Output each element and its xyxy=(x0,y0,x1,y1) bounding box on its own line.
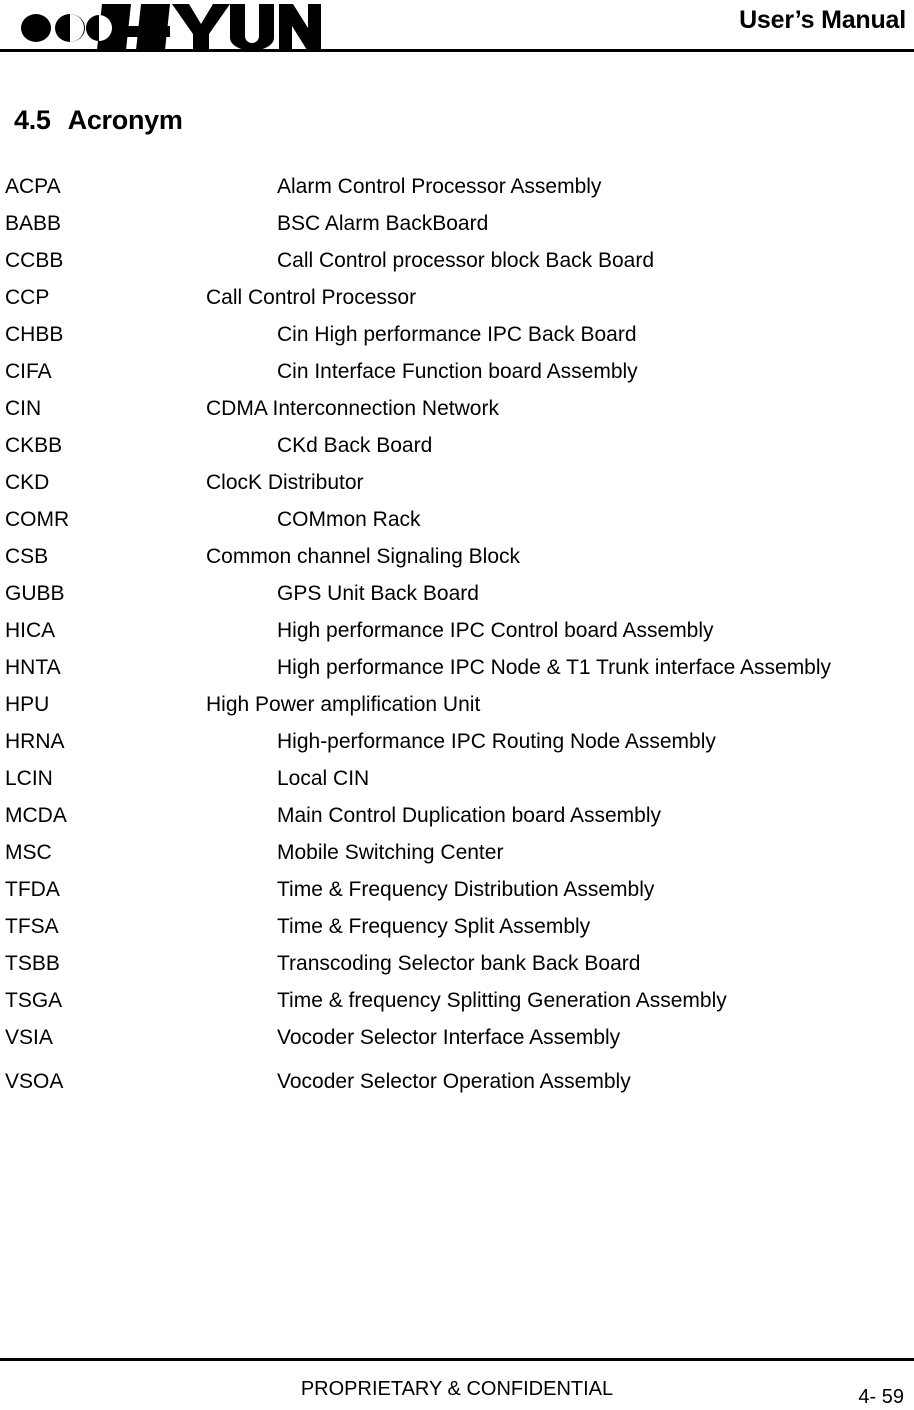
acronym-term: TFDA xyxy=(5,878,60,901)
acronym-term: CHBB xyxy=(5,323,64,346)
acronym-row: BABB BSC Alarm BackBoard xyxy=(0,205,914,242)
acronym-term: GUBB xyxy=(5,582,65,605)
acronym-definition: Time & Frequency Distribution Assembly xyxy=(277,878,655,901)
acronym-definition: CKd Back Board xyxy=(277,434,433,457)
acronym-definition: Call Control processor block Back Board xyxy=(277,249,654,272)
acronym-term: MSC xyxy=(5,841,52,864)
acronym-term: TSGA xyxy=(5,989,63,1012)
acronym-row: HNTA High performance IPC Node & T1 Trunk… xyxy=(0,649,914,686)
acronym-row: HICA High performance IPC Control board A… xyxy=(0,612,914,649)
acronym-term: TFSA xyxy=(5,915,59,938)
acronym-definition: Local CIN xyxy=(277,767,370,790)
section-number: 4.5 xyxy=(14,105,51,136)
acronym-term: CKD xyxy=(5,471,50,494)
acronym-term: TSBB xyxy=(5,952,60,975)
acronym-row: COMR COMmon Rack xyxy=(0,501,914,538)
acronym-term: CIFA xyxy=(5,360,52,383)
acronym-row: VSOA Vocoder Selector Operation Assembly xyxy=(0,1063,914,1100)
acronym-definition: Mobile Switching Center xyxy=(277,841,504,864)
acronym-row: TSBB Transcoding Selector bank Back Board xyxy=(0,945,914,982)
acronym-term: COMR xyxy=(5,508,70,531)
acronym-definition: BSC Alarm BackBoard xyxy=(277,212,489,235)
acronym-list: ACPA Alarm Control Processor Assembly BABB… xyxy=(0,168,914,1100)
acronym-definition: Alarm Control Processor Assembly xyxy=(277,175,602,198)
acronym-term: HICA xyxy=(5,619,56,642)
acronym-row: LCIN Local CIN xyxy=(0,760,914,797)
acronym-row: CCBB Call Control processor block Back Bo… xyxy=(0,242,914,279)
acronym-definition: Vocoder Selector Interface Assembly xyxy=(277,1026,621,1049)
acronym-row: CCP Call Control Processor xyxy=(0,279,914,316)
acronym-definition: Vocoder Selector Operation Assembly xyxy=(277,1070,631,1093)
confidentiality-notice: PROPRIETARY & CONFIDENTIAL xyxy=(300,1378,614,1400)
acronym-row: TFDA Time & Frequency Distribution Assemb… xyxy=(0,871,914,908)
acronym-term: LCIN xyxy=(5,767,53,790)
acronym-definition: GPS Unit Back Board xyxy=(277,582,479,605)
acronym-row: HRNA High-performance IPC Routing Node As… xyxy=(0,723,914,760)
acronym-definition: CDMA Interconnection Network xyxy=(206,397,499,420)
acronym-term: HPU xyxy=(5,693,50,716)
acronym-definition: ClocK Distributor xyxy=(206,471,364,494)
acronym-row: CHBB Cin High performance IPC Back Board xyxy=(0,316,914,353)
footer-divider xyxy=(0,1358,914,1361)
acronym-definition: COMmon Rack xyxy=(277,508,421,531)
section-title: Acronym xyxy=(67,105,183,136)
acronym-definition: High-performance IPC Routing Node Assemb… xyxy=(277,730,716,753)
acronym-row: VSIA Vocoder Selector Interface Assembly xyxy=(0,1019,914,1056)
section-heading: 4.5 Acronym xyxy=(14,105,183,136)
page-number: 4- 59 xyxy=(858,1386,904,1408)
acronym-term: HNTA xyxy=(5,656,61,679)
acronym-row: CIFA Cin Interface Function board Assembl… xyxy=(0,353,914,390)
acronym-row: CKBB CKd Back Board xyxy=(0,427,914,464)
acronym-term: VSIA xyxy=(5,1026,53,1049)
acronym-definition: Time & frequency Splitting Generation As… xyxy=(277,989,727,1012)
acronym-definition: Call Control Processor xyxy=(206,286,417,309)
acronym-row: CSB Common channel Signaling Block xyxy=(0,538,914,575)
manual-title: User’s Manual xyxy=(739,6,906,34)
acronym-definition: Transcoding Selector bank Back Board xyxy=(277,952,641,975)
acronym-definition: Cin High performance IPC Back Board xyxy=(277,323,637,346)
acronym-definition: Main Control Duplication board Assembly xyxy=(277,804,662,827)
acronym-row: ACPA Alarm Control Processor Assembly xyxy=(0,168,914,205)
acronym-definition: High performance IPC Node & T1 Trunk int… xyxy=(277,656,832,679)
acronym-term: CKBB xyxy=(5,434,63,457)
acronym-definition: Common channel Signaling Block xyxy=(206,545,521,568)
acronym-row: HPU High Power amplification Unit xyxy=(0,686,914,723)
acronym-row: CKD ClocK Distributor xyxy=(0,464,914,501)
hyundai-logo xyxy=(14,2,324,50)
acronym-definition: Time & Frequency Split Assembly xyxy=(277,915,591,938)
acronym-row: GUBB GPS Unit Back Board xyxy=(0,575,914,612)
acronym-row: TSGA Time & frequency Splitting Generatio… xyxy=(0,982,914,1019)
page-header: User’s Manual xyxy=(0,0,914,56)
acronym-definition: High Power amplification Unit xyxy=(206,693,481,716)
acronym-term: CSB xyxy=(5,545,49,568)
acronym-row: MSC Mobile Switching Center xyxy=(0,834,914,871)
acronym-term: BABB xyxy=(5,212,62,235)
acronym-definition: High performance IPC Control board Assem… xyxy=(277,619,714,642)
header-divider xyxy=(0,49,914,52)
acronym-term: VSOA xyxy=(5,1070,64,1093)
acronym-term: ACPA xyxy=(5,175,61,198)
acronym-term: CIN xyxy=(5,397,42,420)
acronym-row: MCDA Main Control Duplication board Assem… xyxy=(0,797,914,834)
acronym-term: HRNA xyxy=(5,730,65,753)
acronym-term: CCBB xyxy=(5,249,64,272)
acronym-definition: Cin Interface Function board Assembly xyxy=(277,360,638,383)
acronym-term: MCDA xyxy=(5,804,67,827)
acronym-row: TFSA Time & Frequency Split Assembly xyxy=(0,908,914,945)
page-footer: PROPRIETARY & CONFIDENTIAL 4- 59 xyxy=(0,1358,914,1408)
acronym-term: CCP xyxy=(5,286,50,309)
acronym-row: CIN CDMA Interconnection Network xyxy=(0,390,914,427)
